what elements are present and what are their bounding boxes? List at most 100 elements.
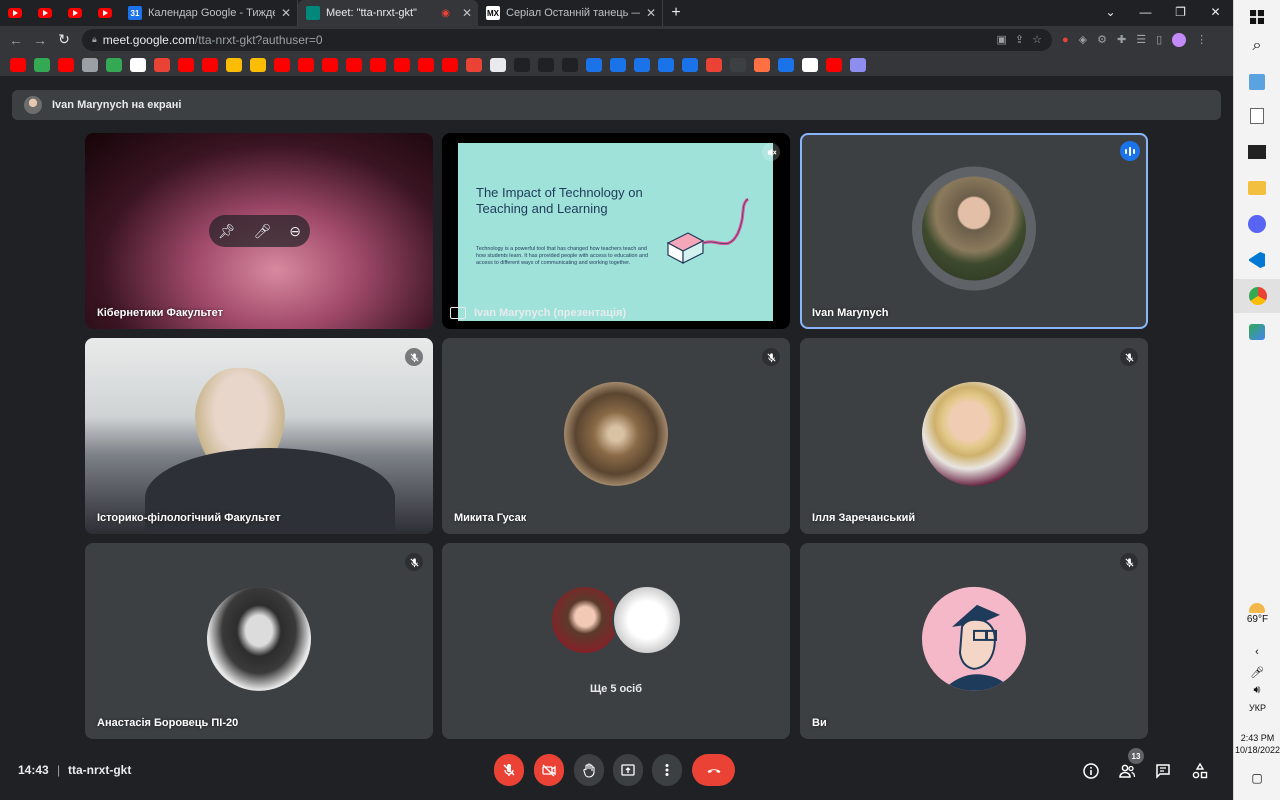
minimize-button[interactable]: — [1128, 0, 1163, 26]
bookmark-icon[interactable] [346, 57, 362, 72]
extension-icon[interactable]: ◈ [1079, 33, 1087, 46]
bookmark-icon[interactable] [298, 57, 314, 72]
bookmark-icon[interactable] [778, 57, 794, 72]
bookmark-icon[interactable] [850, 57, 866, 72]
close-tab-icon[interactable]: ✕ [462, 6, 472, 20]
bookmark-icon[interactable] [754, 57, 770, 72]
chrome-taskbar-icon[interactable] [1234, 279, 1280, 313]
toggle-camera-button[interactable] [534, 754, 564, 786]
bookmark-icon[interactable] [706, 57, 722, 72]
camera-blocked-icon[interactable]: ▣ [997, 33, 1007, 46]
system-time[interactable]: 2:43 PM [1234, 733, 1280, 743]
start-button[interactable] [1245, 5, 1269, 29]
bookmark-icon[interactable] [274, 57, 290, 72]
pinned-tab-youtube[interactable] [60, 0, 90, 26]
bookmark-icon[interactable] [202, 57, 218, 72]
search-icon[interactable]: ⌕ [1245, 34, 1269, 58]
participant-tile[interactable]: 📌︎ 🎤︎ ⊖ Кібернетики Факультет [85, 133, 433, 329]
bookmark-icon[interactable] [634, 57, 650, 72]
address-bar[interactable]: 🔒︎ meet.google.com/tta-nrxt-gkt?authuser… [82, 28, 1052, 51]
bookmark-icon[interactable] [178, 57, 194, 72]
notepad-icon[interactable] [1245, 104, 1269, 128]
present-now-button[interactable] [613, 754, 643, 786]
bookmark-icon[interactable] [562, 57, 578, 72]
bookmark-icon[interactable] [490, 57, 506, 72]
vscode-icon[interactable] [1245, 248, 1269, 272]
forward-icon[interactable]: → [28, 32, 52, 48]
meeting-details-button[interactable] [1080, 760, 1102, 782]
notifications-icon[interactable]: ▢ [1245, 766, 1269, 790]
bookmark-icon[interactable] [58, 57, 74, 72]
close-window-button[interactable]: ✕ [1198, 0, 1233, 26]
leave-call-button[interactable] [692, 754, 735, 786]
bookmark-icon[interactable] [658, 57, 674, 72]
bookmark-icon[interactable] [226, 57, 242, 72]
bookmark-icon[interactable] [826, 57, 842, 72]
app-icon[interactable] [1245, 320, 1269, 344]
more-participants-tile[interactable]: Ще 5 осіб [442, 543, 790, 739]
input-language[interactable]: УКР [1234, 703, 1280, 713]
bookmark-icon[interactable] [730, 57, 746, 72]
bookmark-icon[interactable] [466, 57, 482, 72]
new-tab-button[interactable]: + [663, 4, 689, 22]
bookmark-icon[interactable] [82, 57, 98, 72]
tab-series[interactable]: MX Серіал Останній танець — диви ✕ [478, 0, 663, 26]
bookmark-icon[interactable] [682, 57, 698, 72]
bookmark-icon[interactable] [10, 57, 26, 72]
close-tab-icon[interactable]: ✕ [646, 6, 656, 20]
menu-icon[interactable]: ⋮ [1196, 33, 1207, 46]
presentation-banner[interactable]: Ivan Marynych на екрані [12, 90, 1221, 120]
close-tab-icon[interactable]: ✕ [281, 6, 291, 20]
participant-tile[interactable]: Історико-філологічний Факультет [85, 338, 433, 534]
extension-icon[interactable]: ● [1062, 34, 1069, 46]
bookmark-icon[interactable] [418, 57, 434, 72]
participant-tile[interactable]: Анастасія Боровець ПІ-20 [85, 543, 433, 739]
participant-tile[interactable]: Микита Гусак [442, 338, 790, 534]
side-panel-icon[interactable]: ▯ [1156, 33, 1162, 46]
bookmark-icon[interactable] [538, 57, 554, 72]
extension-icon[interactable]: ⚙ [1097, 33, 1107, 46]
volume-icon[interactable]: 🔊︎ [1245, 678, 1269, 702]
tab-google-calendar[interactable]: 31 Календар Google - Тиждень (16 ✕ [120, 0, 298, 26]
bookmark-icon[interactable] [802, 57, 818, 72]
presentation-tile[interactable]: The Impact of Technology on Teaching and… [442, 133, 790, 329]
weather-temperature[interactable]: 69°F [1234, 614, 1280, 625]
pin-icon[interactable]: 📌︎ [218, 223, 236, 240]
discord-icon[interactable] [1245, 212, 1269, 236]
bookmark-icon[interactable] [34, 57, 50, 72]
participant-tile[interactable]: Ivan Marynych [800, 133, 1148, 329]
activities-button[interactable] [1189, 760, 1211, 782]
mic-icon[interactable]: 🎤︎ [254, 223, 272, 240]
pinned-tab-youtube[interactable] [90, 0, 120, 26]
reading-list-icon[interactable]: ☰ [1136, 33, 1146, 46]
self-tile[interactable]: Ви [800, 543, 1148, 739]
bookmark-icon[interactable] [610, 57, 626, 72]
terminal-icon[interactable] [1245, 140, 1269, 164]
more-options-button[interactable] [652, 754, 682, 786]
bookmark-icon[interactable] [442, 57, 458, 72]
profile-avatar[interactable] [1172, 32, 1187, 47]
bookmark-icon[interactable] [394, 57, 410, 72]
restore-button[interactable]: ❐ [1163, 0, 1198, 26]
bookmark-icon[interactable] [370, 57, 386, 72]
bookmark-icon[interactable] [106, 57, 122, 72]
share-icon[interactable]: ⇪ [1015, 33, 1024, 46]
bookmark-icon[interactable] [586, 57, 602, 72]
bookmark-icon[interactable] [250, 57, 266, 72]
raise-hand-button[interactable] [574, 754, 604, 786]
back-icon[interactable]: ← [4, 32, 28, 48]
system-date[interactable]: 10/18/2022 [1234, 745, 1280, 755]
widgets-icon[interactable] [1245, 70, 1269, 94]
tab-meet[interactable]: Meet: "tta-nrxt-gkt" ◉ ✕ [298, 0, 478, 26]
chat-button[interactable] [1152, 760, 1174, 782]
puzzle-icon[interactable]: ✚ [1117, 33, 1126, 46]
pinned-tab-youtube[interactable] [0, 0, 30, 26]
reload-icon[interactable]: ↻ [52, 31, 76, 48]
toggle-mic-button[interactable] [494, 754, 524, 786]
participant-tile[interactable]: Ілля Заречанський [800, 338, 1148, 534]
bookmark-icon[interactable] [154, 57, 170, 72]
file-explorer-icon[interactable] [1245, 176, 1269, 200]
remove-icon[interactable]: ⊖ [289, 223, 301, 240]
tab-search-icon[interactable]: ⌄ [1093, 0, 1128, 26]
bookmark-icon[interactable] [514, 57, 530, 72]
